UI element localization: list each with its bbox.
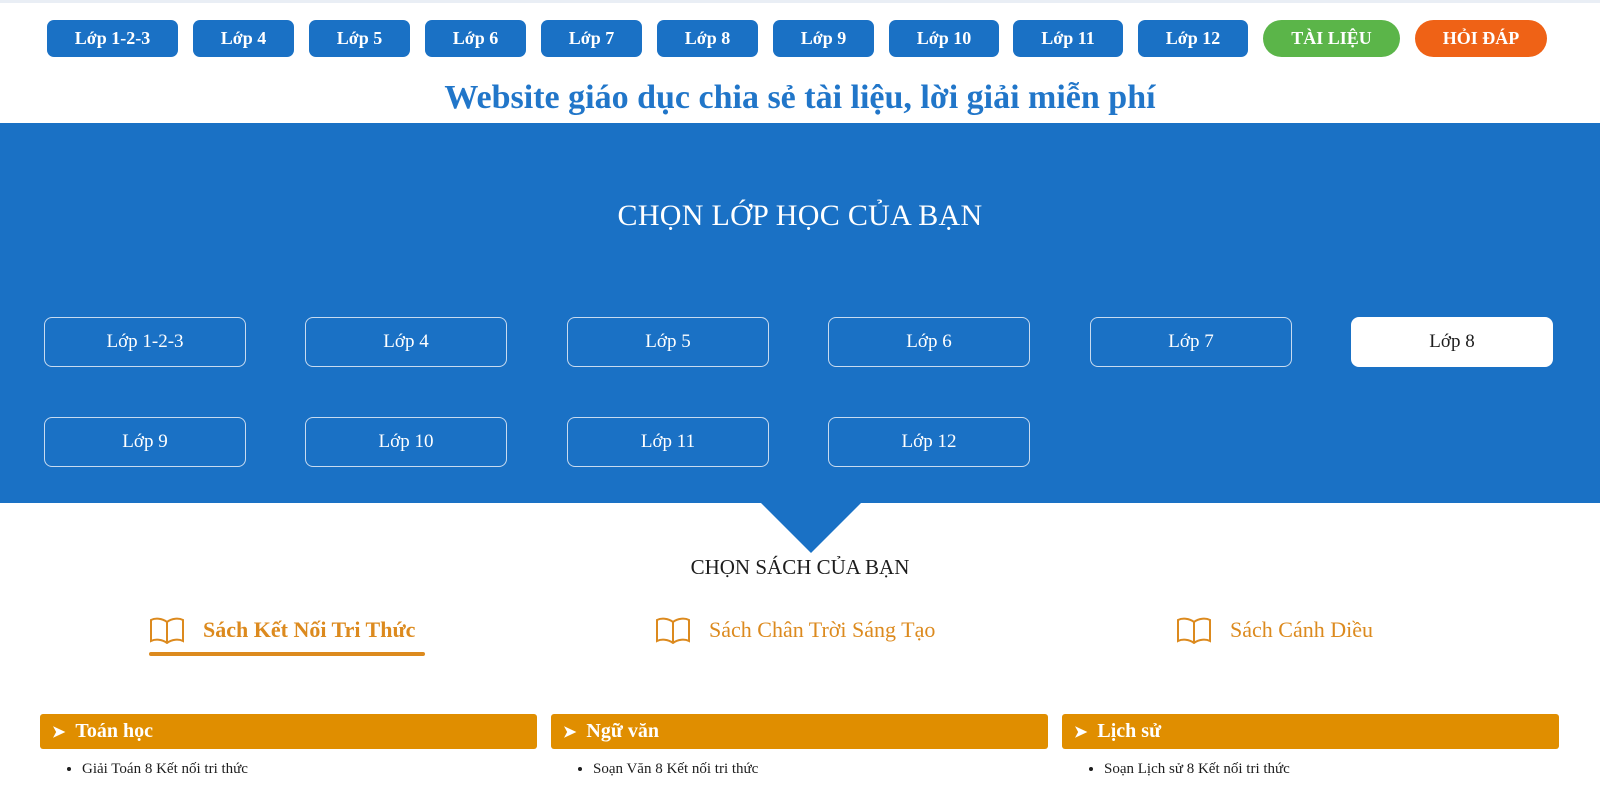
nav-grade-5[interactable]: Lớp 5: [309, 20, 410, 57]
tab-label: Sách Kết Nối Tri Thức: [203, 617, 416, 642]
panel-pointer-arrow: [761, 503, 861, 553]
list-item[interactable]: Soạn Văn 8 Kết nối tri thức: [593, 756, 758, 782]
subject-label: Ngữ văn: [586, 720, 659, 742]
tab-ket-noi-tri-thuc[interactable]: Sách Kết Nối Tri Thức: [149, 613, 415, 647]
nav-grade-7[interactable]: Lớp 7: [541, 20, 642, 57]
nav-grade-11[interactable]: Lớp 11: [1013, 20, 1123, 57]
book-icon: [656, 617, 690, 644]
tab-chan-troi-sang-tao[interactable]: Sách Chân Trời Sáng Tạo: [655, 613, 935, 647]
list-item[interactable]: Giải Toán 8 Kết nối tri thức: [82, 756, 248, 782]
nav-grade-6[interactable]: Lớp 6: [425, 20, 526, 57]
subject-list-math: Giải Toán 8 Kết nối tri thức: [40, 756, 248, 782]
arrow-right-icon: ➤: [563, 723, 577, 741]
nav-qa-button[interactable]: HỎI ĐÁP: [1415, 20, 1547, 57]
arrow-right-icon: ➤: [1074, 723, 1088, 741]
top-navigation: Lớp 1-2-3 Lớp 4 Lớp 5 Lớp 6 Lớp 7 Lớp 8 …: [0, 0, 1600, 58]
arrow-right-icon: ➤: [52, 723, 66, 741]
tab-label: Sách Cánh Diều: [1230, 617, 1373, 642]
grade-selection-panel: CHỌN LỚP HỌC CỦA BẠN Lớp 1-2-3 Lớp 4 Lớp…: [0, 123, 1600, 503]
nav-grade-4[interactable]: Lớp 4: [193, 20, 294, 57]
nav-grade-12[interactable]: Lớp 12: [1138, 20, 1248, 57]
tab-canh-dieu[interactable]: Sách Cánh Diều: [1176, 613, 1373, 647]
nav-grade-10[interactable]: Lớp 10: [889, 20, 999, 57]
book-selection-title: CHỌN SÁCH CỦA BẠN: [690, 555, 910, 579]
site-headline: Website giáo dục chia sẻ tài liệu, lời g…: [444, 79, 1156, 116]
book-icon: [150, 617, 184, 644]
grade-option-12[interactable]: Lớp 12: [828, 417, 1030, 467]
subject-label: Toán học: [75, 720, 154, 742]
grade-option-11[interactable]: Lớp 11: [567, 417, 769, 467]
list-item[interactable]: Soạn Lịch sử 8 Kết nối tri thức: [1104, 756, 1290, 782]
nav-documents-button[interactable]: TÀI LIỆU: [1263, 20, 1400, 57]
grade-option-6[interactable]: Lớp 6: [828, 317, 1030, 367]
grade-option-1-2-3[interactable]: Lớp 1-2-3: [44, 317, 246, 367]
active-tab-indicator: [149, 652, 425, 656]
grade-option-4[interactable]: Lớp 4: [305, 317, 507, 367]
grade-option-5[interactable]: Lớp 5: [567, 317, 769, 367]
grade-option-10[interactable]: Lớp 10: [305, 417, 507, 467]
tab-label: Sách Chân Trời Sáng Tạo: [709, 617, 936, 642]
nav-grade-8[interactable]: Lớp 8: [657, 20, 758, 57]
subject-header-literature[interactable]: ➤ Ngữ văn: [551, 714, 1048, 749]
subject-label: Lịch sử: [1097, 720, 1162, 742]
grade-selection-title: CHỌN LỚP HỌC CỦA BẠN: [617, 199, 983, 232]
grade-option-7[interactable]: Lớp 7: [1090, 317, 1292, 367]
grade-option-9[interactable]: Lớp 9: [44, 417, 246, 467]
book-icon: [1177, 617, 1211, 644]
subject-list-literature: Soạn Văn 8 Kết nối tri thức: [551, 756, 758, 782]
subject-header-math[interactable]: ➤ Toán học: [40, 714, 537, 749]
subject-list-history: Soạn Lịch sử 8 Kết nối tri thức: [1062, 756, 1290, 782]
subject-header-history[interactable]: ➤ Lịch sử: [1062, 714, 1559, 749]
grade-option-8-selected[interactable]: Lớp 8: [1351, 317, 1553, 367]
nav-grade-9[interactable]: Lớp 9: [773, 20, 874, 57]
nav-grade-1-2-3[interactable]: Lớp 1-2-3: [47, 20, 178, 57]
